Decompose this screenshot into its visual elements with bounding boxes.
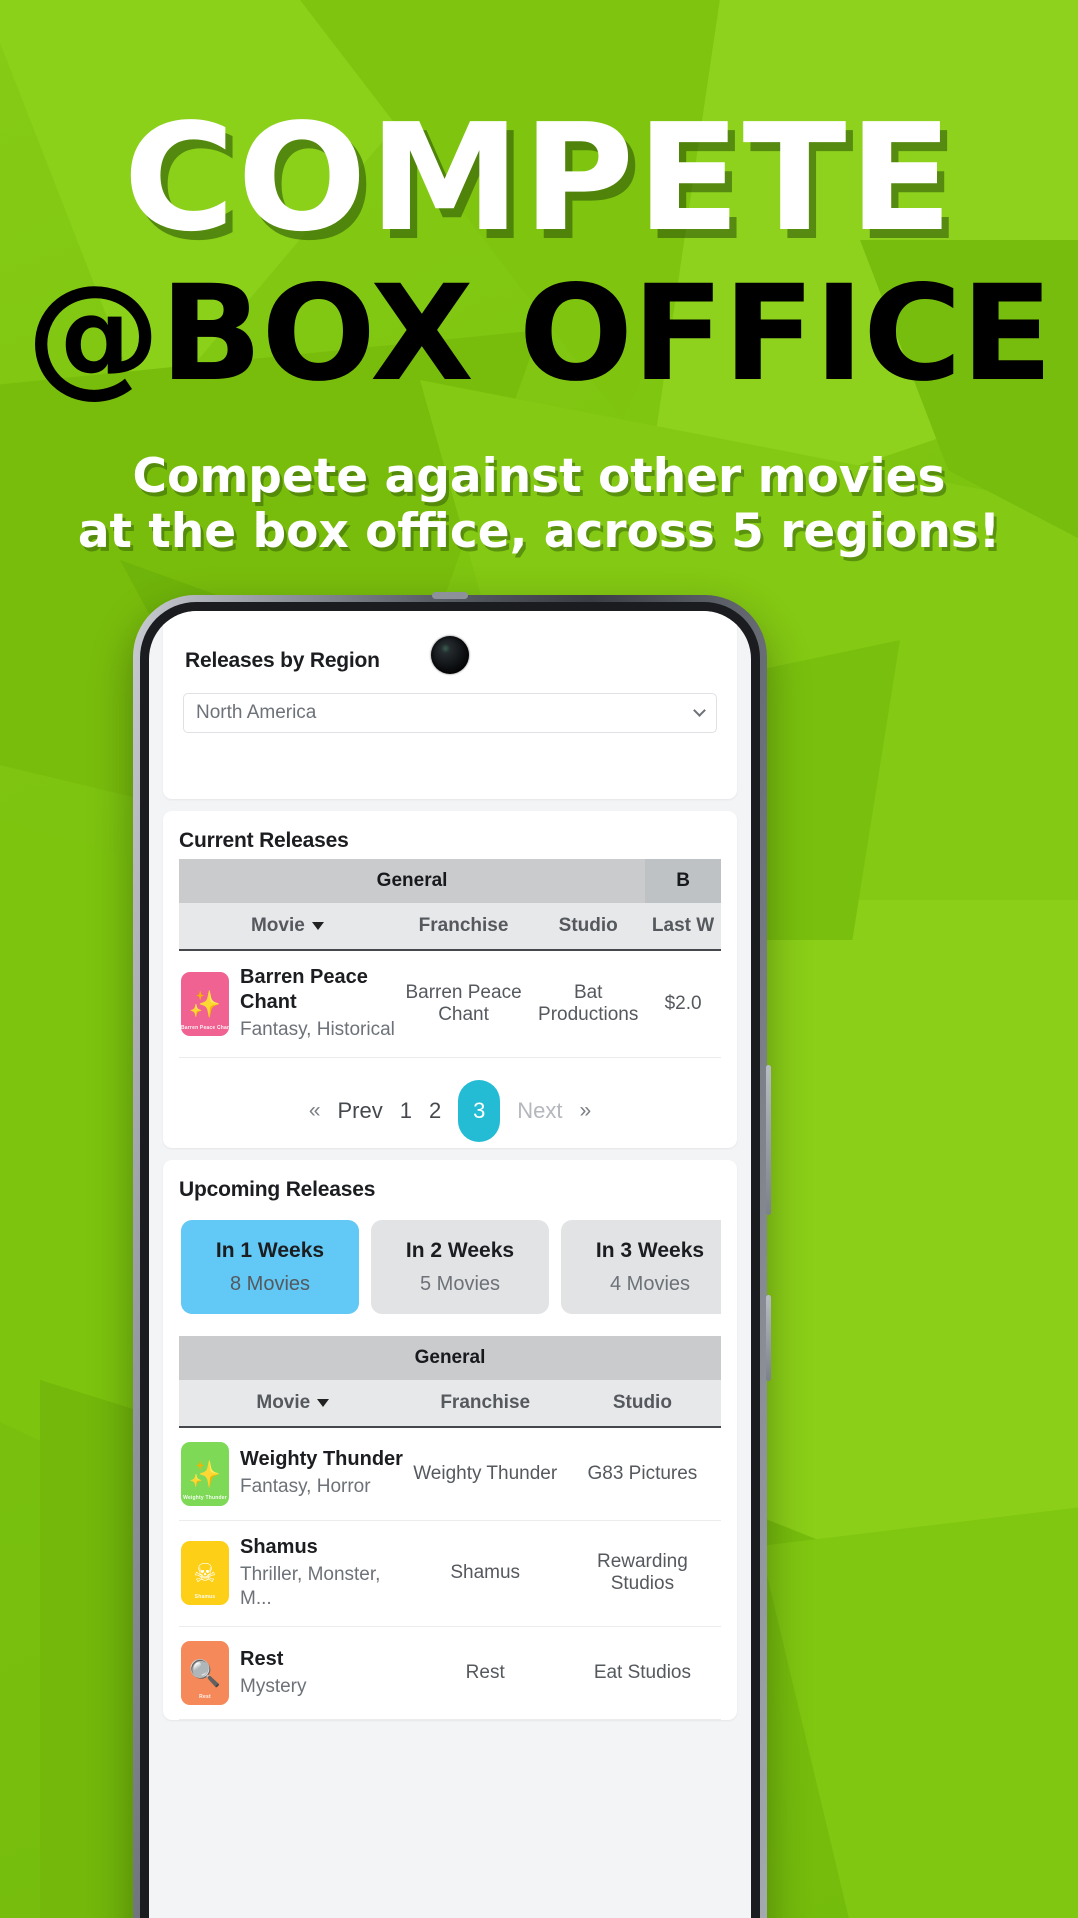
movie-cell: ✨ Weighty Thunder Weighty Thunder Fantas… bbox=[179, 1426, 407, 1521]
pagination-next-chevron-icon[interactable]: » bbox=[580, 1099, 592, 1123]
movie-title: Barren Peace Chant bbox=[240, 966, 368, 1013]
movie-poster: ✨ Barren Peace Chant bbox=[181, 971, 229, 1036]
table-row[interactable]: 🔍 Rest Rest Mystery Rest Eat Studios bbox=[179, 1626, 721, 1721]
promo-subtitle-line-1: Compete against other movies bbox=[132, 449, 946, 504]
week-tab-label: In 1 Weeks bbox=[215, 1238, 325, 1262]
promo-subtitle: Compete against other movies at the box … bbox=[0, 449, 1078, 559]
column-header-studio[interactable]: Studio bbox=[563, 1379, 721, 1428]
current-releases-table: General B Movie Franchise Studio Last W bbox=[179, 859, 721, 1058]
front-camera-icon bbox=[431, 636, 469, 674]
magic-wand-icon: ✨ bbox=[188, 1458, 222, 1489]
table-row[interactable]: ✨ Weighty Thunder Weighty Thunder Fantas… bbox=[179, 1426, 721, 1521]
promo-headline-secondary: @BOX OFFICE bbox=[26, 257, 1053, 411]
studio-cell: G83 Pictures bbox=[563, 1426, 721, 1521]
week-tab-count: 5 Movies bbox=[419, 1272, 501, 1295]
movie-poster: ✨ Weighty Thunder bbox=[181, 1441, 229, 1506]
upcoming-releases-title: Upcoming Releases bbox=[179, 1177, 376, 1201]
week-tab-count: 8 Movies bbox=[229, 1272, 311, 1295]
franchise-cell: Shamus bbox=[406, 1520, 564, 1628]
column-header-movie[interactable]: Movie bbox=[179, 903, 396, 951]
phone-bezel: Releases by Region North America Current… bbox=[140, 602, 760, 1918]
franchise-cell: Weighty Thunder bbox=[406, 1426, 564, 1521]
table-group-header-row: General bbox=[179, 1335, 721, 1380]
table-group-header-row: General B bbox=[179, 859, 721, 903]
movie-title: Rest bbox=[240, 1647, 284, 1670]
phone-power-button[interactable] bbox=[766, 1295, 771, 1381]
movie-poster: ☠ Shamus bbox=[181, 1541, 229, 1606]
poster-caption: Shamus bbox=[194, 1594, 216, 1601]
magnifying-glass-icon: 🔍 bbox=[188, 1658, 222, 1689]
week-tab-2[interactable]: In 2 Weeks 5 Movies bbox=[371, 1219, 549, 1314]
pagination-prev-chevron-icon[interactable]: « bbox=[309, 1099, 321, 1123]
pagination-prev-button[interactable]: Prev bbox=[338, 1098, 383, 1124]
skull-icon: ☠ bbox=[193, 1558, 217, 1589]
last-week-cell: $2.0 bbox=[645, 950, 721, 1058]
movie-cell: 🔍 Rest Rest Mystery bbox=[179, 1626, 407, 1721]
studio-cell: Eat Studios bbox=[563, 1626, 721, 1721]
week-tab-label: In 2 Weeks bbox=[405, 1238, 515, 1262]
poster-caption: Barren Peace Chant bbox=[181, 1024, 229, 1031]
studio-cell: Rewarding Studios bbox=[563, 1520, 721, 1628]
studio-cell: Bat Productions bbox=[531, 950, 646, 1058]
table-row[interactable]: ✨ Barren Peace Chant Barren Peace Chant … bbox=[179, 950, 721, 1058]
pagination-page-1[interactable]: 1 bbox=[400, 1098, 412, 1124]
week-tab-count: 4 Movies bbox=[609, 1272, 691, 1295]
movie-genres: Mystery bbox=[240, 1675, 307, 1697]
week-tab-3[interactable]: In 3 Weeks 4 Movies bbox=[561, 1219, 721, 1314]
phone-volume-button[interactable] bbox=[766, 1065, 771, 1215]
upcoming-releases-table: General Movie Franchise Studio ✨ Weighty… bbox=[179, 1335, 721, 1721]
week-tab-1[interactable]: In 1 Weeks 8 Movies bbox=[181, 1219, 359, 1314]
table-column-header-row: Movie Franchise Studio Last W bbox=[179, 903, 721, 951]
group-header-general: General bbox=[179, 859, 646, 903]
table-row[interactable]: ☠ Shamus Shamus Thriller, Monster, M... bbox=[179, 1520, 721, 1628]
pagination: « Prev 1 2 3 Next » bbox=[179, 1058, 721, 1148]
week-tab-label: In 3 Weeks bbox=[595, 1238, 705, 1262]
movie-cell: ✨ Barren Peace Chant Barren Peace Chant … bbox=[179, 950, 396, 1058]
franchise-cell: Barren Peace Chant bbox=[395, 950, 532, 1058]
phone-mockup: Releases by Region North America Current… bbox=[133, 592, 771, 1918]
phone-screen: Releases by Region North America Current… bbox=[149, 611, 751, 1918]
franchise-cell: Rest bbox=[406, 1626, 564, 1721]
group-header-general: General bbox=[179, 1335, 721, 1380]
poster-caption: Weighty Thunder bbox=[183, 1494, 227, 1501]
upcoming-releases-card: Upcoming Releases In 1 Weeks 8 Movies In… bbox=[163, 1159, 737, 1721]
sort-descending-icon bbox=[317, 1398, 330, 1407]
current-releases-title: Current Releases bbox=[179, 829, 349, 852]
movie-genres: Fantasy, Horror bbox=[240, 1476, 371, 1498]
bg-polygon bbox=[760, 1500, 1078, 1918]
movie-cell: ☠ Shamus Shamus Thriller, Monster, M... bbox=[179, 1520, 407, 1628]
movie-title: Shamus bbox=[240, 1535, 318, 1558]
region-select-value: North America bbox=[196, 702, 317, 723]
promo-subtitle-line-2: at the box office, across 5 regions! bbox=[77, 503, 1001, 559]
region-select[interactable]: North America bbox=[183, 693, 717, 733]
pagination-page-3-active[interactable]: 3 bbox=[458, 1079, 501, 1142]
sort-descending-icon bbox=[311, 921, 324, 930]
column-header-franchise[interactable]: Franchise bbox=[395, 903, 532, 951]
pagination-next-button[interactable]: Next bbox=[517, 1098, 562, 1124]
movie-poster: 🔍 Rest bbox=[181, 1641, 229, 1706]
promo-headline-block: COMPETE @BOX OFFICE Compete against othe… bbox=[0, 0, 1078, 559]
column-header-studio[interactable]: Studio bbox=[531, 903, 646, 951]
movie-title: Weighty Thunder bbox=[240, 1448, 403, 1471]
movie-genres: Fantasy, Historical bbox=[240, 1019, 395, 1040]
week-tabs: In 1 Weeks 8 Movies In 2 Weeks 5 Movies … bbox=[181, 1219, 721, 1314]
promo-headline-primary: COMPETE bbox=[123, 92, 955, 264]
phone-earpiece-speaker bbox=[432, 592, 468, 599]
magic-wand-icon: ✨ bbox=[188, 988, 222, 1019]
group-header-box-office: B bbox=[645, 859, 721, 903]
column-header-last-week[interactable]: Last W bbox=[645, 903, 721, 951]
pagination-page-2[interactable]: 2 bbox=[429, 1098, 441, 1124]
chevron-down-icon bbox=[693, 704, 706, 717]
poster-caption: Rest bbox=[199, 1694, 211, 1701]
column-header-movie[interactable]: Movie bbox=[179, 1379, 407, 1428]
column-header-franchise[interactable]: Franchise bbox=[406, 1379, 564, 1428]
table-column-header-row: Movie Franchise Studio bbox=[179, 1379, 721, 1428]
current-releases-card: Current Releases General B Movie Franchi… bbox=[163, 811, 737, 1148]
movie-genres: Thriller, Monster, M... bbox=[240, 1563, 381, 1610]
